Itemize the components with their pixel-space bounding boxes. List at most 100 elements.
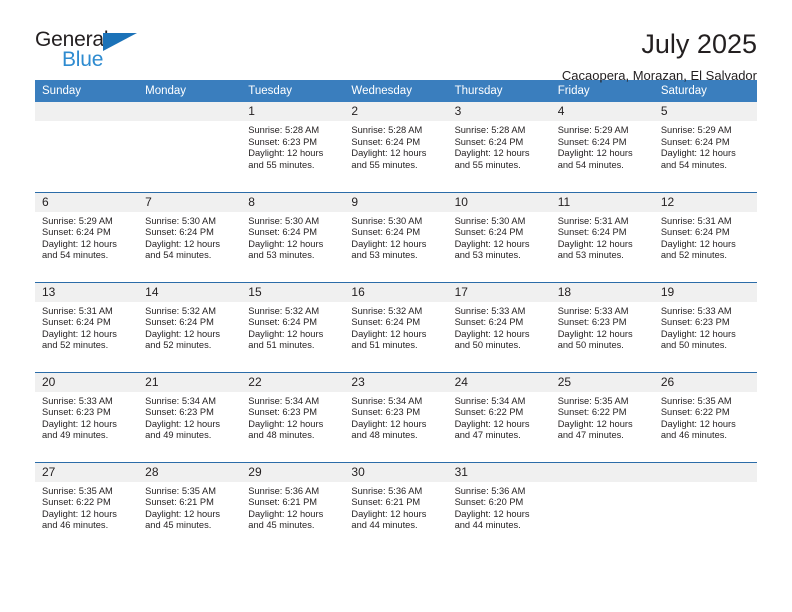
day-number: 4 (550, 102, 654, 121)
sunset-text: Sunset: 6:21 PM (351, 497, 421, 508)
calendar-day-cell[interactable]: 27 Sunrise: 5:35 AM Sunset: 6:22 PM Dayligh… (35, 461, 139, 552)
day-cell-inner: 20 Sunrise: 5:33 AM Sunset: 6:23 PM Dayligh… (35, 372, 139, 461)
day-number: 10 (447, 192, 551, 212)
day-number: 31 (447, 462, 551, 482)
daylight-text-line2: and 55 minutes. (351, 159, 418, 170)
calendar-day-cell[interactable]: 24 Sunrise: 5:34 AM Sunset: 6:22 PM Dayligh… (447, 371, 551, 462)
sunset-text: Sunset: 6:24 PM (454, 317, 524, 328)
calendar-day-cell[interactable]: 25 Sunrise: 5:35 AM Sunset: 6:22 PM Dayligh… (550, 371, 654, 462)
sun-info: Sunrise: 5:32 AM Sunset: 6:24 PM Daylight:… (344, 302, 447, 352)
calendar-day-cell[interactable]: 7 Sunrise: 5:30 AM Sunset: 6:24 PM Daylight… (138, 191, 242, 282)
sunrise-text: Sunrise: 5:36 AM (248, 485, 320, 496)
day-cell-inner: 15 Sunrise: 5:32 AM Sunset: 6:24 PM Dayligh… (241, 282, 345, 371)
calendar-day-cell[interactable]: 31 Sunrise: 5:36 AM Sunset: 6:20 PM Dayligh… (447, 461, 551, 552)
day-cell-inner: 17 Sunrise: 5:33 AM Sunset: 6:24 PM Dayligh… (447, 282, 551, 371)
general-blue-logo: General Blue (35, 28, 155, 78)
calendar-day-cell[interactable]: 3 Sunrise: 5:28 AM Sunset: 6:24 PM Daylight… (447, 102, 551, 192)
calendar-day-cell[interactable]: 5 Sunrise: 5:29 AM Sunset: 6:24 PM Daylight… (653, 102, 757, 192)
day-cell-inner: 16 Sunrise: 5:32 AM Sunset: 6:24 PM Dayligh… (344, 282, 448, 371)
sunrise-text: Sunrise: 5:33 AM (454, 305, 526, 316)
calendar-day-cell[interactable]: 22 Sunrise: 5:34 AM Sunset: 6:23 PM Dayligh… (241, 371, 345, 462)
calendar-day-cell[interactable]: 6 Sunrise: 5:29 AM Sunset: 6:24 PM Daylight… (35, 191, 139, 282)
calendar-day-cell[interactable]: 28 Sunrise: 5:35 AM Sunset: 6:21 PM Dayligh… (138, 461, 242, 552)
daylight-text-line2: and 46 minutes. (42, 520, 109, 531)
day-number: 5 (653, 102, 757, 121)
calendar-day-cell[interactable]: 18 Sunrise: 5:33 AM Sunset: 6:23 PM Dayligh… (550, 281, 654, 372)
sunset-text: Sunset: 6:23 PM (248, 136, 318, 147)
day-number: 3 (447, 102, 551, 121)
daylight-text-line2: and 48 minutes. (248, 430, 315, 441)
calendar-day-cell[interactable]: 9 Sunrise: 5:30 AM Sunset: 6:24 PM Daylight… (344, 191, 448, 282)
calendar-day-cell[interactable]: 10 Sunrise: 5:30 AM Sunset: 6:24 PM Dayligh… (447, 191, 551, 282)
daylight-text-line1: Daylight: 12 hours (660, 328, 736, 339)
calendar-day-cell[interactable]: 20 Sunrise: 5:33 AM Sunset: 6:23 PM Dayligh… (35, 371, 139, 462)
sunrise-text: Sunrise: 5:36 AM (351, 485, 423, 496)
calendar-day-cell[interactable]: 16 Sunrise: 5:32 AM Sunset: 6:24 PM Dayligh… (344, 281, 448, 372)
daylight-text-line1: Daylight: 12 hours (248, 418, 324, 429)
sunset-text: Sunset: 6:24 PM (248, 227, 318, 238)
logo-triangle-icon (103, 33, 137, 51)
day-number: 22 (241, 372, 345, 392)
calendar-day-cell[interactable]: 12 Sunrise: 5:31 AM Sunset: 6:24 PM Dayligh… (653, 191, 757, 282)
sunset-text: Sunset: 6:22 PM (660, 407, 730, 418)
page-header: General Blue July 2025 Cacaopera, Moraza… (35, 0, 757, 83)
sun-info: Sunrise: 5:30 AM Sunset: 6:24 PM Daylight:… (344, 212, 447, 262)
day-number: 16 (344, 282, 448, 302)
daylight-text-line1: Daylight: 12 hours (454, 418, 530, 429)
daylight-text-line1: Daylight: 12 hours (454, 238, 530, 249)
day-number: 28 (138, 462, 242, 482)
day-cell-inner: 22 Sunrise: 5:34 AM Sunset: 6:23 PM Dayligh… (241, 372, 345, 461)
calendar-day-cell[interactable]: 8 Sunrise: 5:30 AM Sunset: 6:24 PM Daylight… (241, 191, 345, 282)
daylight-text-line1: Daylight: 12 hours (351, 238, 427, 249)
daylight-text-line1: Daylight: 12 hours (351, 148, 427, 159)
sun-info: Sunrise: 5:29 AM Sunset: 6:24 PM Daylight:… (35, 212, 138, 262)
sunrise-text: Sunrise: 5:34 AM (248, 395, 320, 406)
sunset-text: Sunset: 6:20 PM (454, 497, 524, 508)
day-cell-inner: 25 Sunrise: 5:35 AM Sunset: 6:22 PM Dayligh… (550, 372, 654, 461)
calendar-day-cell[interactable]: 17 Sunrise: 5:33 AM Sunset: 6:24 PM Dayligh… (447, 281, 551, 372)
daylight-text-line2: and 49 minutes. (145, 430, 212, 441)
sunset-text: Sunset: 6:24 PM (351, 136, 421, 147)
calendar-day-cell[interactable]: 26 Sunrise: 5:35 AM Sunset: 6:22 PM Dayligh… (653, 371, 757, 462)
sunrise-text: Sunrise: 5:29 AM (42, 215, 113, 226)
calendar-day-cell[interactable]: 2 Sunrise: 5:28 AM Sunset: 6:24 PM Daylight… (344, 102, 448, 192)
daylight-text-line2: and 45 minutes. (248, 520, 315, 531)
calendar-day-cell[interactable]: 21 Sunrise: 5:34 AM Sunset: 6:23 PM Dayligh… (138, 371, 242, 462)
day-number: 7 (138, 192, 242, 212)
day-cell-inner: 9 Sunrise: 5:30 AM Sunset: 6:24 PM Daylight… (344, 192, 448, 281)
sunrise-text: Sunrise: 5:35 AM (557, 395, 629, 406)
daylight-text-line1: Daylight: 12 hours (145, 508, 221, 519)
sun-info: Sunrise: 5:30 AM Sunset: 6:24 PM Daylight:… (448, 212, 551, 262)
calendar-day-cell[interactable]: 29 Sunrise: 5:36 AM Sunset: 6:21 PM Dayligh… (241, 461, 345, 552)
sunset-text: Sunset: 6:24 PM (42, 317, 111, 328)
calendar-body: 1 Sunrise: 5:28 AM Sunset: 6:23 PM Daylight… (35, 102, 757, 552)
sunset-text: Sunset: 6:24 PM (557, 227, 627, 238)
day-cell-inner: 24 Sunrise: 5:34 AM Sunset: 6:22 PM Dayligh… (447, 372, 551, 461)
calendar-day-cell[interactable]: 14 Sunrise: 5:32 AM Sunset: 6:24 PM Dayligh… (138, 281, 242, 372)
calendar-day-cell[interactable]: 23 Sunrise: 5:34 AM Sunset: 6:23 PM Dayligh… (344, 371, 448, 462)
calendar-day-cell[interactable]: 4 Sunrise: 5:29 AM Sunset: 6:24 PM Daylight… (550, 102, 654, 192)
day-number: 11 (550, 192, 654, 212)
day-number (550, 462, 654, 482)
day-cell-inner: 8 Sunrise: 5:30 AM Sunset: 6:24 PM Daylight… (241, 192, 345, 281)
sunset-text: Sunset: 6:24 PM (248, 317, 318, 328)
sun-info: Sunrise: 5:34 AM Sunset: 6:23 PM Daylight:… (344, 392, 447, 442)
day-number: 13 (35, 282, 139, 302)
calendar-day-cell[interactable]: 30 Sunrise: 5:36 AM Sunset: 6:21 PM Dayligh… (344, 461, 448, 552)
sun-info: Sunrise: 5:33 AM Sunset: 6:23 PM Daylight:… (35, 392, 138, 442)
logo-text-blue: Blue (62, 48, 104, 71)
day-cell-inner: 5 Sunrise: 5:29 AM Sunset: 6:24 PM Daylight… (653, 102, 757, 190)
sun-info: Sunrise: 5:34 AM Sunset: 6:23 PM Daylight:… (241, 392, 344, 442)
daylight-text-line1: Daylight: 12 hours (42, 328, 117, 339)
calendar-day-cell[interactable]: 1 Sunrise: 5:28 AM Sunset: 6:23 PM Daylight… (241, 102, 345, 192)
sun-info: Sunrise: 5:30 AM Sunset: 6:24 PM Daylight:… (138, 212, 241, 262)
calendar-day-cell[interactable]: 15 Sunrise: 5:32 AM Sunset: 6:24 PM Dayligh… (241, 281, 345, 372)
daylight-text-line1: Daylight: 12 hours (660, 418, 736, 429)
sun-info: Sunrise: 5:36 AM Sunset: 6:21 PM Daylight:… (241, 482, 344, 532)
calendar-day-cell[interactable]: 19 Sunrise: 5:33 AM Sunset: 6:23 PM Dayligh… (653, 281, 757, 372)
sun-info: Sunrise: 5:32 AM Sunset: 6:24 PM Daylight:… (138, 302, 241, 352)
calendar-day-cell[interactable]: 13 Sunrise: 5:31 AM Sunset: 6:24 PM Dayligh… (35, 281, 139, 372)
day-number: 6 (35, 192, 139, 212)
sun-info: Sunrise: 5:36 AM Sunset: 6:21 PM Daylight:… (344, 482, 447, 532)
calendar-day-cell[interactable]: 11 Sunrise: 5:31 AM Sunset: 6:24 PM Dayligh… (550, 191, 654, 282)
